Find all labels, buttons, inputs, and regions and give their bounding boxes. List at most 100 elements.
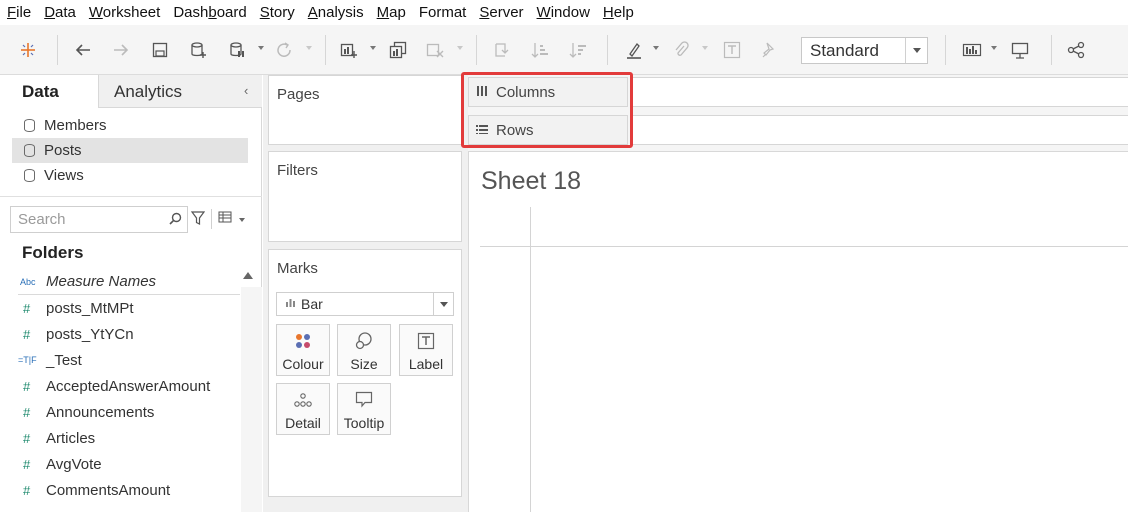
toolbar-separator bbox=[57, 35, 58, 65]
menu-help[interactable]: Help bbox=[603, 4, 634, 21]
show-me-icon[interactable] bbox=[961, 38, 983, 62]
refresh-icon[interactable] bbox=[274, 38, 294, 62]
pages-card[interactable]: Pages bbox=[268, 75, 462, 145]
cards-column: Pages Filters Marks Bar Colour Size Labe… bbox=[263, 75, 468, 512]
colour-button[interactable]: Colour bbox=[276, 324, 330, 376]
mark-type-dropdown-icon[interactable] bbox=[433, 293, 453, 315]
highlight-icon[interactable] bbox=[625, 38, 643, 62]
rows-drop-zone[interactable] bbox=[632, 115, 1128, 145]
menu-format[interactable]: Format bbox=[419, 4, 467, 21]
menu-story[interactable]: Story bbox=[260, 4, 295, 21]
sort-descending-icon[interactable] bbox=[568, 38, 588, 62]
columns-drop-zone[interactable] bbox=[632, 77, 1128, 107]
menu-server[interactable]: Server bbox=[479, 4, 523, 21]
menu-analysis[interactable]: Analysis bbox=[308, 4, 364, 21]
datasource-views[interactable]: Views bbox=[12, 163, 248, 188]
filter-fields-icon[interactable] bbox=[190, 211, 206, 228]
new-worksheet-dropdown-icon[interactable] bbox=[370, 46, 376, 50]
bar-chart-icon bbox=[277, 298, 301, 310]
field-label: Measure Names bbox=[46, 273, 157, 290]
number-type-icon: # bbox=[23, 378, 31, 394]
menu-file[interactable]: File bbox=[7, 4, 31, 21]
duplicate-sheet-icon[interactable] bbox=[388, 38, 408, 62]
menu-map[interactable]: Map bbox=[377, 4, 406, 21]
folders-title: Folders bbox=[22, 243, 84, 262]
clear-sheet-dropdown-icon[interactable] bbox=[457, 46, 463, 50]
rows-shelf: Rows bbox=[468, 115, 1128, 145]
view-options-dropdown-icon[interactable] bbox=[239, 218, 245, 222]
menu-data[interactable]: Data bbox=[44, 4, 76, 21]
tab-analytics[interactable]: Analytics bbox=[98, 75, 262, 108]
field-item[interactable]: Abc Measure Names bbox=[18, 269, 240, 295]
detail-label: Detail bbox=[285, 415, 321, 431]
share-icon[interactable] bbox=[1066, 38, 1086, 62]
tab-data[interactable]: Data bbox=[0, 75, 98, 108]
detail-button[interactable]: Detail bbox=[276, 383, 330, 435]
search-input[interactable] bbox=[18, 211, 169, 228]
tableau-logo-icon[interactable] bbox=[18, 38, 38, 62]
group-members-icon[interactable] bbox=[672, 38, 690, 62]
menu-worksheet[interactable]: Worksheet bbox=[89, 4, 160, 21]
field-label: _Test bbox=[46, 351, 82, 369]
field-item[interactable]: =T|F _Test bbox=[18, 347, 240, 373]
group-members-dropdown-icon[interactable] bbox=[702, 46, 708, 50]
swap-rows-columns-icon[interactable] bbox=[492, 38, 512, 62]
size-button[interactable]: Size bbox=[337, 324, 391, 376]
number-type-icon: # bbox=[23, 404, 31, 420]
refresh-dropdown-icon[interactable] bbox=[306, 46, 312, 50]
presentation-mode-icon[interactable] bbox=[1010, 38, 1030, 62]
grid-line-vertical bbox=[530, 207, 531, 512]
field-item[interactable]: # CommentsAmount bbox=[18, 477, 240, 503]
field-item[interactable]: # posts_MtMPt bbox=[18, 295, 240, 321]
fit-mode-dropdown-icon[interactable] bbox=[905, 38, 927, 63]
view-options-icon[interactable] bbox=[218, 211, 232, 226]
number-type-icon: # bbox=[23, 326, 31, 342]
colour-label: Colour bbox=[282, 356, 324, 372]
filters-card[interactable]: Filters bbox=[268, 151, 462, 242]
field-item[interactable]: # Articles bbox=[18, 425, 240, 451]
colour-icon bbox=[277, 331, 329, 351]
datasource-posts[interactable]: Posts bbox=[12, 138, 248, 163]
toolbar-separator bbox=[325, 35, 326, 65]
sheet-view[interactable]: Sheet 18 bbox=[468, 151, 1128, 512]
show-mark-labels-icon[interactable] bbox=[722, 38, 742, 62]
sheet-title[interactable]: Sheet 18 bbox=[481, 167, 581, 196]
pages-card-title: Pages bbox=[277, 86, 320, 103]
new-datasource-icon[interactable] bbox=[189, 38, 209, 62]
scroll-up-icon[interactable] bbox=[243, 272, 253, 279]
mark-type-select[interactable]: Bar bbox=[276, 292, 454, 316]
tooltip-button[interactable]: Tooltip bbox=[337, 383, 391, 435]
menu-dashboard[interactable]: Dashboard bbox=[173, 4, 246, 21]
field-list-scrollbar[interactable] bbox=[241, 287, 262, 512]
label-label: Label bbox=[408, 356, 444, 372]
fit-mode-select[interactable]: Standard bbox=[801, 37, 928, 64]
new-worksheet-icon[interactable] bbox=[339, 38, 359, 62]
field-item[interactable]: # AcceptedAnswerAmount bbox=[18, 373, 240, 399]
search-icon[interactable] bbox=[169, 212, 187, 228]
clear-sheet-icon[interactable] bbox=[425, 38, 445, 62]
columns-shelf-label: Columns bbox=[468, 77, 628, 107]
number-type-icon: # bbox=[23, 300, 31, 316]
rows-icon bbox=[476, 123, 496, 137]
toolbar-separator bbox=[945, 35, 946, 65]
rows-shelf-label: Rows bbox=[468, 115, 628, 145]
pause-updates-dropdown-icon[interactable] bbox=[258, 46, 264, 50]
highlight-dropdown-icon[interactable] bbox=[653, 46, 659, 50]
redo-icon[interactable] bbox=[111, 38, 131, 62]
field-item[interactable]: # AvgVote bbox=[18, 451, 240, 477]
pause-updates-icon[interactable] bbox=[228, 38, 246, 62]
sort-ascending-icon[interactable] bbox=[530, 38, 550, 62]
field-item[interactable]: # posts_YtYCn bbox=[18, 321, 240, 347]
menu-window[interactable]: Window bbox=[537, 4, 590, 21]
show-me-dropdown-icon[interactable] bbox=[991, 46, 997, 50]
datasource-members[interactable]: Members bbox=[12, 113, 248, 138]
undo-icon[interactable] bbox=[73, 38, 93, 62]
collapse-pane-icon[interactable]: ‹ bbox=[244, 83, 248, 98]
save-icon[interactable] bbox=[151, 38, 169, 62]
field-search-box[interactable] bbox=[10, 206, 188, 233]
label-button[interactable]: Label bbox=[399, 324, 453, 376]
datasource-label: Views bbox=[44, 167, 84, 184]
field-item[interactable]: # Announcements bbox=[18, 399, 240, 425]
number-type-icon: # bbox=[23, 482, 31, 498]
fix-axes-icon[interactable] bbox=[760, 38, 778, 62]
